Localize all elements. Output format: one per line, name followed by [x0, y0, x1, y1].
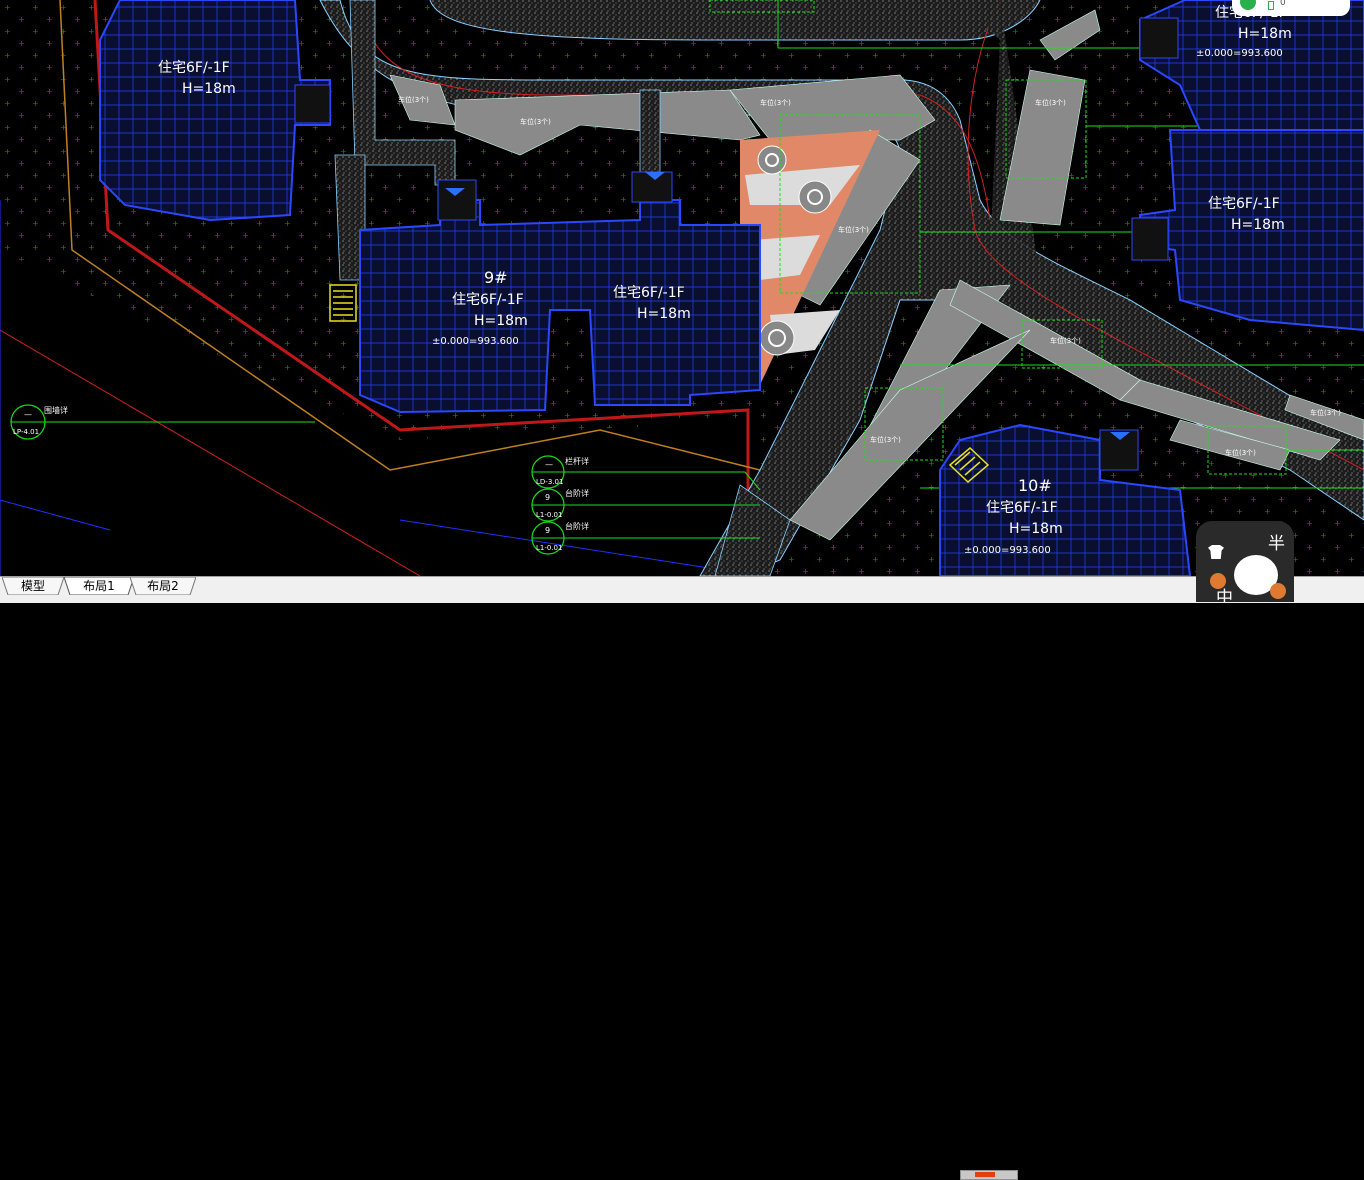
svg-text:±0.000=993.600: ±0.000=993.600 [1196, 48, 1283, 59]
mascot-char-bottom: 中 [1216, 588, 1233, 602]
floating-status-widget[interactable]: 0 [1232, 0, 1350, 16]
battery-value: 0 [1280, 0, 1286, 8]
svg-text:台阶详: 台阶详 [565, 488, 589, 498]
svg-text:—: — [24, 410, 32, 419]
layout-tab-bar: 模型 布局1 布局2 [0, 576, 1364, 1180]
svg-text:9: 9 [545, 526, 550, 535]
basketball-icon [1270, 583, 1286, 599]
svg-text:车位(3个): 车位(3个) [1310, 408, 1341, 417]
cad-drawing-canvas[interactable]: + + [0, 0, 1364, 576]
svg-text:H=18m: H=18m [474, 313, 528, 329]
svg-text:L1-0.01: L1-0.01 [536, 511, 562, 519]
svg-text:H=18m: H=18m [1009, 521, 1063, 537]
svg-text:住宅6F/-1F: 住宅6F/-1F [158, 60, 230, 76]
svg-text:车位(3个): 车位(3个) [870, 435, 901, 444]
svg-text:车位(3个): 车位(3个) [760, 98, 791, 107]
svg-text:±0.000=993.600: ±0.000=993.600 [964, 545, 1051, 556]
tab-layout1-label: 布局1 [83, 579, 115, 593]
horizontal-scrollbar[interactable] [960, 1170, 1018, 1180]
svg-text:车位(3个): 车位(3个) [398, 95, 429, 104]
svg-text:H=18m: H=18m [1238, 26, 1292, 42]
svg-text:住宅6F/-1F: 住宅6F/-1F [452, 292, 524, 308]
tab-layout2-label: 布局2 [147, 579, 179, 593]
road-top [429, 0, 1041, 41]
svg-text:栏杆详: 栏杆详 [565, 456, 589, 466]
battery-icon [1268, 1, 1274, 10]
tab-model[interactable]: 模型 [2, 577, 64, 595]
svg-text:H=18m: H=18m [637, 306, 691, 322]
svg-text:车位(3个): 车位(3个) [520, 117, 551, 126]
mascot-assistant-widget[interactable]: 半 中 [1196, 521, 1294, 602]
svg-text:台阶详: 台阶详 [565, 521, 589, 531]
svg-text:车位(3个): 车位(3个) [838, 225, 869, 234]
svg-text:L1-0.01: L1-0.01 [536, 544, 562, 552]
tab-layout2[interactable]: 布局2 [130, 577, 196, 595]
tab-model-label: 模型 [20, 579, 45, 593]
svg-text:10#: 10# [1018, 476, 1052, 495]
svg-text:—: — [545, 460, 553, 469]
svg-text:9: 9 [545, 493, 550, 502]
svg-text:围墙详: 围墙详 [44, 405, 68, 415]
shirt-icon [1208, 545, 1224, 559]
svg-text:H=18m: H=18m [182, 81, 236, 97]
svg-text:H=18m: H=18m [1231, 217, 1285, 233]
svg-text:住宅6F/-1F: 住宅6F/-1F [986, 500, 1058, 516]
svg-text:住宅6F/-1F: 住宅6F/-1F [613, 285, 685, 301]
svg-text:车位(3个): 车位(3个) [1225, 448, 1256, 457]
svg-text:车位(3个): 车位(3个) [1035, 98, 1066, 107]
svg-text:车位(3个): 车位(3个) [1050, 336, 1081, 345]
tab-layout1[interactable]: 布局1 [64, 577, 134, 595]
svg-text:9#: 9# [484, 268, 508, 287]
svg-text:LD-3.01: LD-3.01 [536, 478, 563, 486]
mascot-char-top: 半 [1268, 534, 1285, 554]
scrollbar-thumb[interactable] [975, 1172, 995, 1177]
svg-text:LP-4.01: LP-4.01 [13, 428, 39, 436]
status-dot-icon [1240, 0, 1256, 10]
svg-text:住宅6F/-1F: 住宅6F/-1F [1208, 196, 1280, 212]
svg-text:±0.000=993.600: ±0.000=993.600 [432, 336, 519, 347]
